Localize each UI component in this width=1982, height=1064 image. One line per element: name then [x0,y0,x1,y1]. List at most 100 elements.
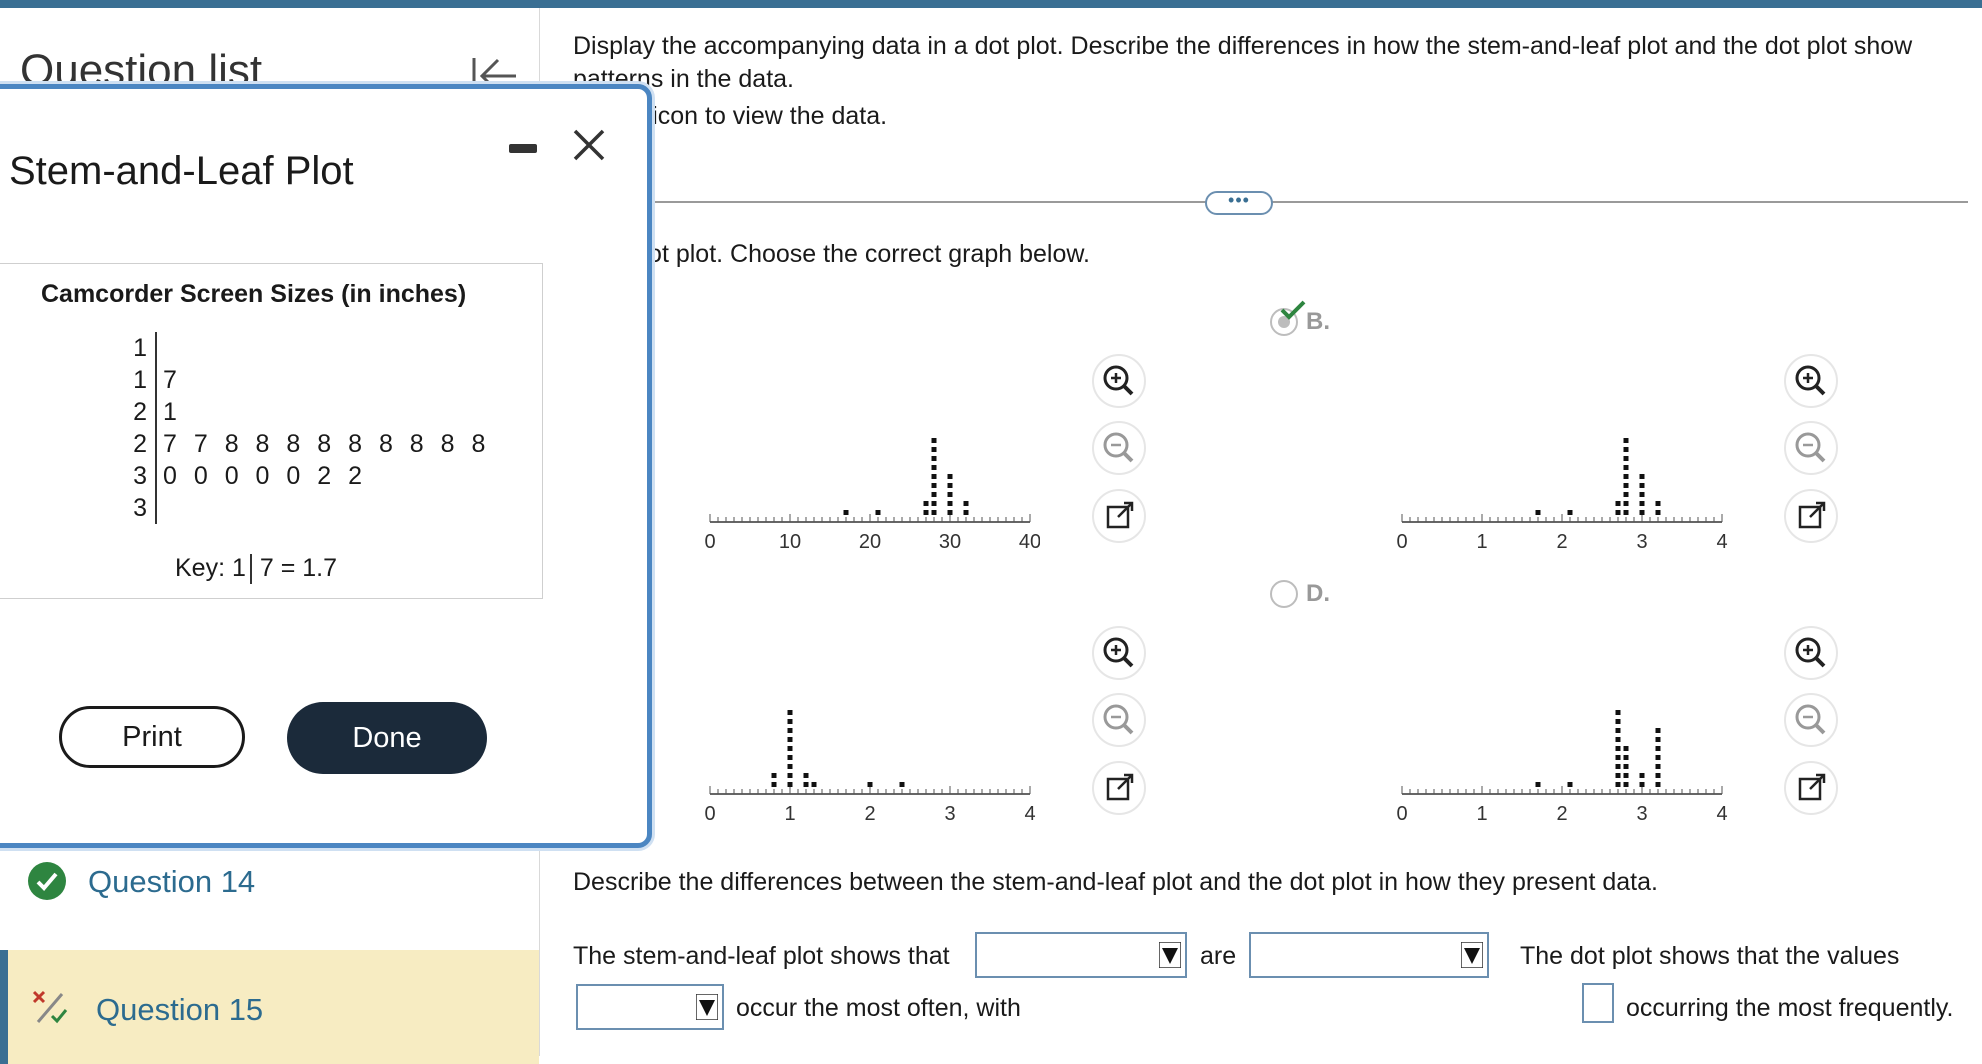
partial-credit-icon [30,988,70,1028]
plot-dot [947,474,953,479]
tick-label: 0 [704,803,715,825]
stem-divider [155,332,157,524]
zoom-out-icon[interactable] [1092,421,1146,475]
plot-dot [931,510,937,515]
sentence-2-part-b: occurring the most frequently. [1626,994,1954,1022]
popup-title: Stem-and-Leaf Plot [9,149,354,193]
tick-label: 0 [704,531,715,553]
expand-more-button[interactable]: ••• [1205,191,1273,215]
plot-dot [931,438,937,443]
plot-dot [931,474,937,479]
plot-dot [803,782,809,787]
plot-dot [1623,782,1629,787]
dropdown-arrow-icon [696,994,718,1020]
plot-dot [1615,755,1621,760]
tick-label: 2 [1556,803,1567,825]
plot-dot [1623,456,1629,461]
tick-label: 0 [1396,803,1407,825]
zoom-out-icon[interactable] [1784,421,1838,475]
tick-label: 30 [939,531,961,553]
stem-leaf-dropdown-2[interactable] [1249,932,1489,978]
zoom-in-icon[interactable] [1092,354,1146,408]
question-prompt: Display the accompanying data in a dot p… [573,32,1913,93]
plot-dot [875,510,881,515]
plot-dot [923,501,929,506]
plot-dot [771,782,777,787]
tick-label: 10 [779,531,801,553]
minimize-icon[interactable] [509,144,537,153]
dot-plot-b: 0 1 2 3 4 [1396,438,1728,553]
option-d-radio[interactable] [1270,580,1298,608]
zoom-in-icon[interactable] [1784,354,1838,408]
plot-dot [787,719,793,724]
plot-dot [1615,501,1621,506]
plot-dot [1623,510,1629,515]
stem-and-leaf-popup: Stem-and-Leaf Plot Camcorder Screen Size… [0,84,652,848]
open-new-window-icon[interactable] [1092,761,1146,815]
plot-dot [1623,492,1629,497]
plot-dot [1623,447,1629,452]
print-button[interactable]: Print [59,706,245,768]
plot-dot [787,764,793,769]
zoom-in-icon[interactable] [1784,626,1838,680]
plot-dot [899,782,905,787]
sentence-1-part-c: The dot plot shows that the values [1520,942,1900,970]
zoom-out-icon[interactable] [1784,693,1838,747]
tick-label: 4 [1716,531,1727,553]
tick-label: 3 [944,803,955,825]
tick-label: 20 [859,531,881,553]
dot-plot-c: 0 1 2 3 4 [704,710,1036,825]
dot-plot-dropdown[interactable] [576,984,724,1030]
plot-dot [1615,782,1621,787]
plot-dot [1615,719,1621,724]
close-icon[interactable] [569,125,609,165]
plot-dot [1615,746,1621,751]
plot-dot [1623,465,1629,470]
tick-label: 1 [1476,531,1487,553]
question-content: Display the accompanying data in a dot p… [540,8,1982,1056]
plot-dot [1639,492,1645,497]
plot-dot [787,728,793,733]
sentence-2-part-a: occur the most often, with [736,994,1021,1022]
plot-dot [1567,782,1573,787]
plot-dot [1567,510,1573,515]
plot-dot [811,782,817,787]
correct-check-icon [28,862,66,900]
plot-dot [1623,773,1629,778]
plot-dot [1535,510,1541,515]
plot-dot [1655,773,1661,778]
question-14-label: Question 14 [88,864,256,899]
tick-label: 1 [1476,803,1487,825]
zoom-out-icon[interactable] [1092,693,1146,747]
plot-dot [787,746,793,751]
sentence-1-part-a: The stem-and-leaf plot shows that [573,942,950,970]
plot-dot [1623,438,1629,443]
sentence-1-part-b: are [1200,942,1237,970]
plot-dot [947,501,953,506]
plot-dot [1655,764,1661,769]
plot-dot [1655,728,1661,733]
open-new-window-icon[interactable] [1092,489,1146,543]
done-button[interactable]: Done [287,702,487,774]
plot-dot [1615,728,1621,733]
plot-dot [1639,474,1645,479]
stem-leaf-dropdown-1[interactable] [975,932,1187,978]
plot-dot [843,510,849,515]
plot-dot [1623,483,1629,488]
plot-dot [1615,773,1621,778]
correct-answer-check-icon [1280,300,1306,320]
plot-dot [1623,474,1629,479]
open-new-window-icon[interactable] [1784,761,1838,815]
plot-dot [1639,773,1645,778]
plot-dot [963,510,969,515]
open-new-window-icon[interactable] [1784,489,1838,543]
plot-dot [1639,510,1645,515]
plot-dot [1639,782,1645,787]
dot-plot-d: 0 1 2 3 4 [1396,710,1728,825]
plot-dot [787,773,793,778]
question-15-item[interactable]: Question 15 [0,950,539,1064]
zoom-in-icon[interactable] [1092,626,1146,680]
option-b-label: B. [1306,308,1330,335]
plot-dot [787,737,793,742]
value-input-box[interactable] [1582,983,1614,1023]
